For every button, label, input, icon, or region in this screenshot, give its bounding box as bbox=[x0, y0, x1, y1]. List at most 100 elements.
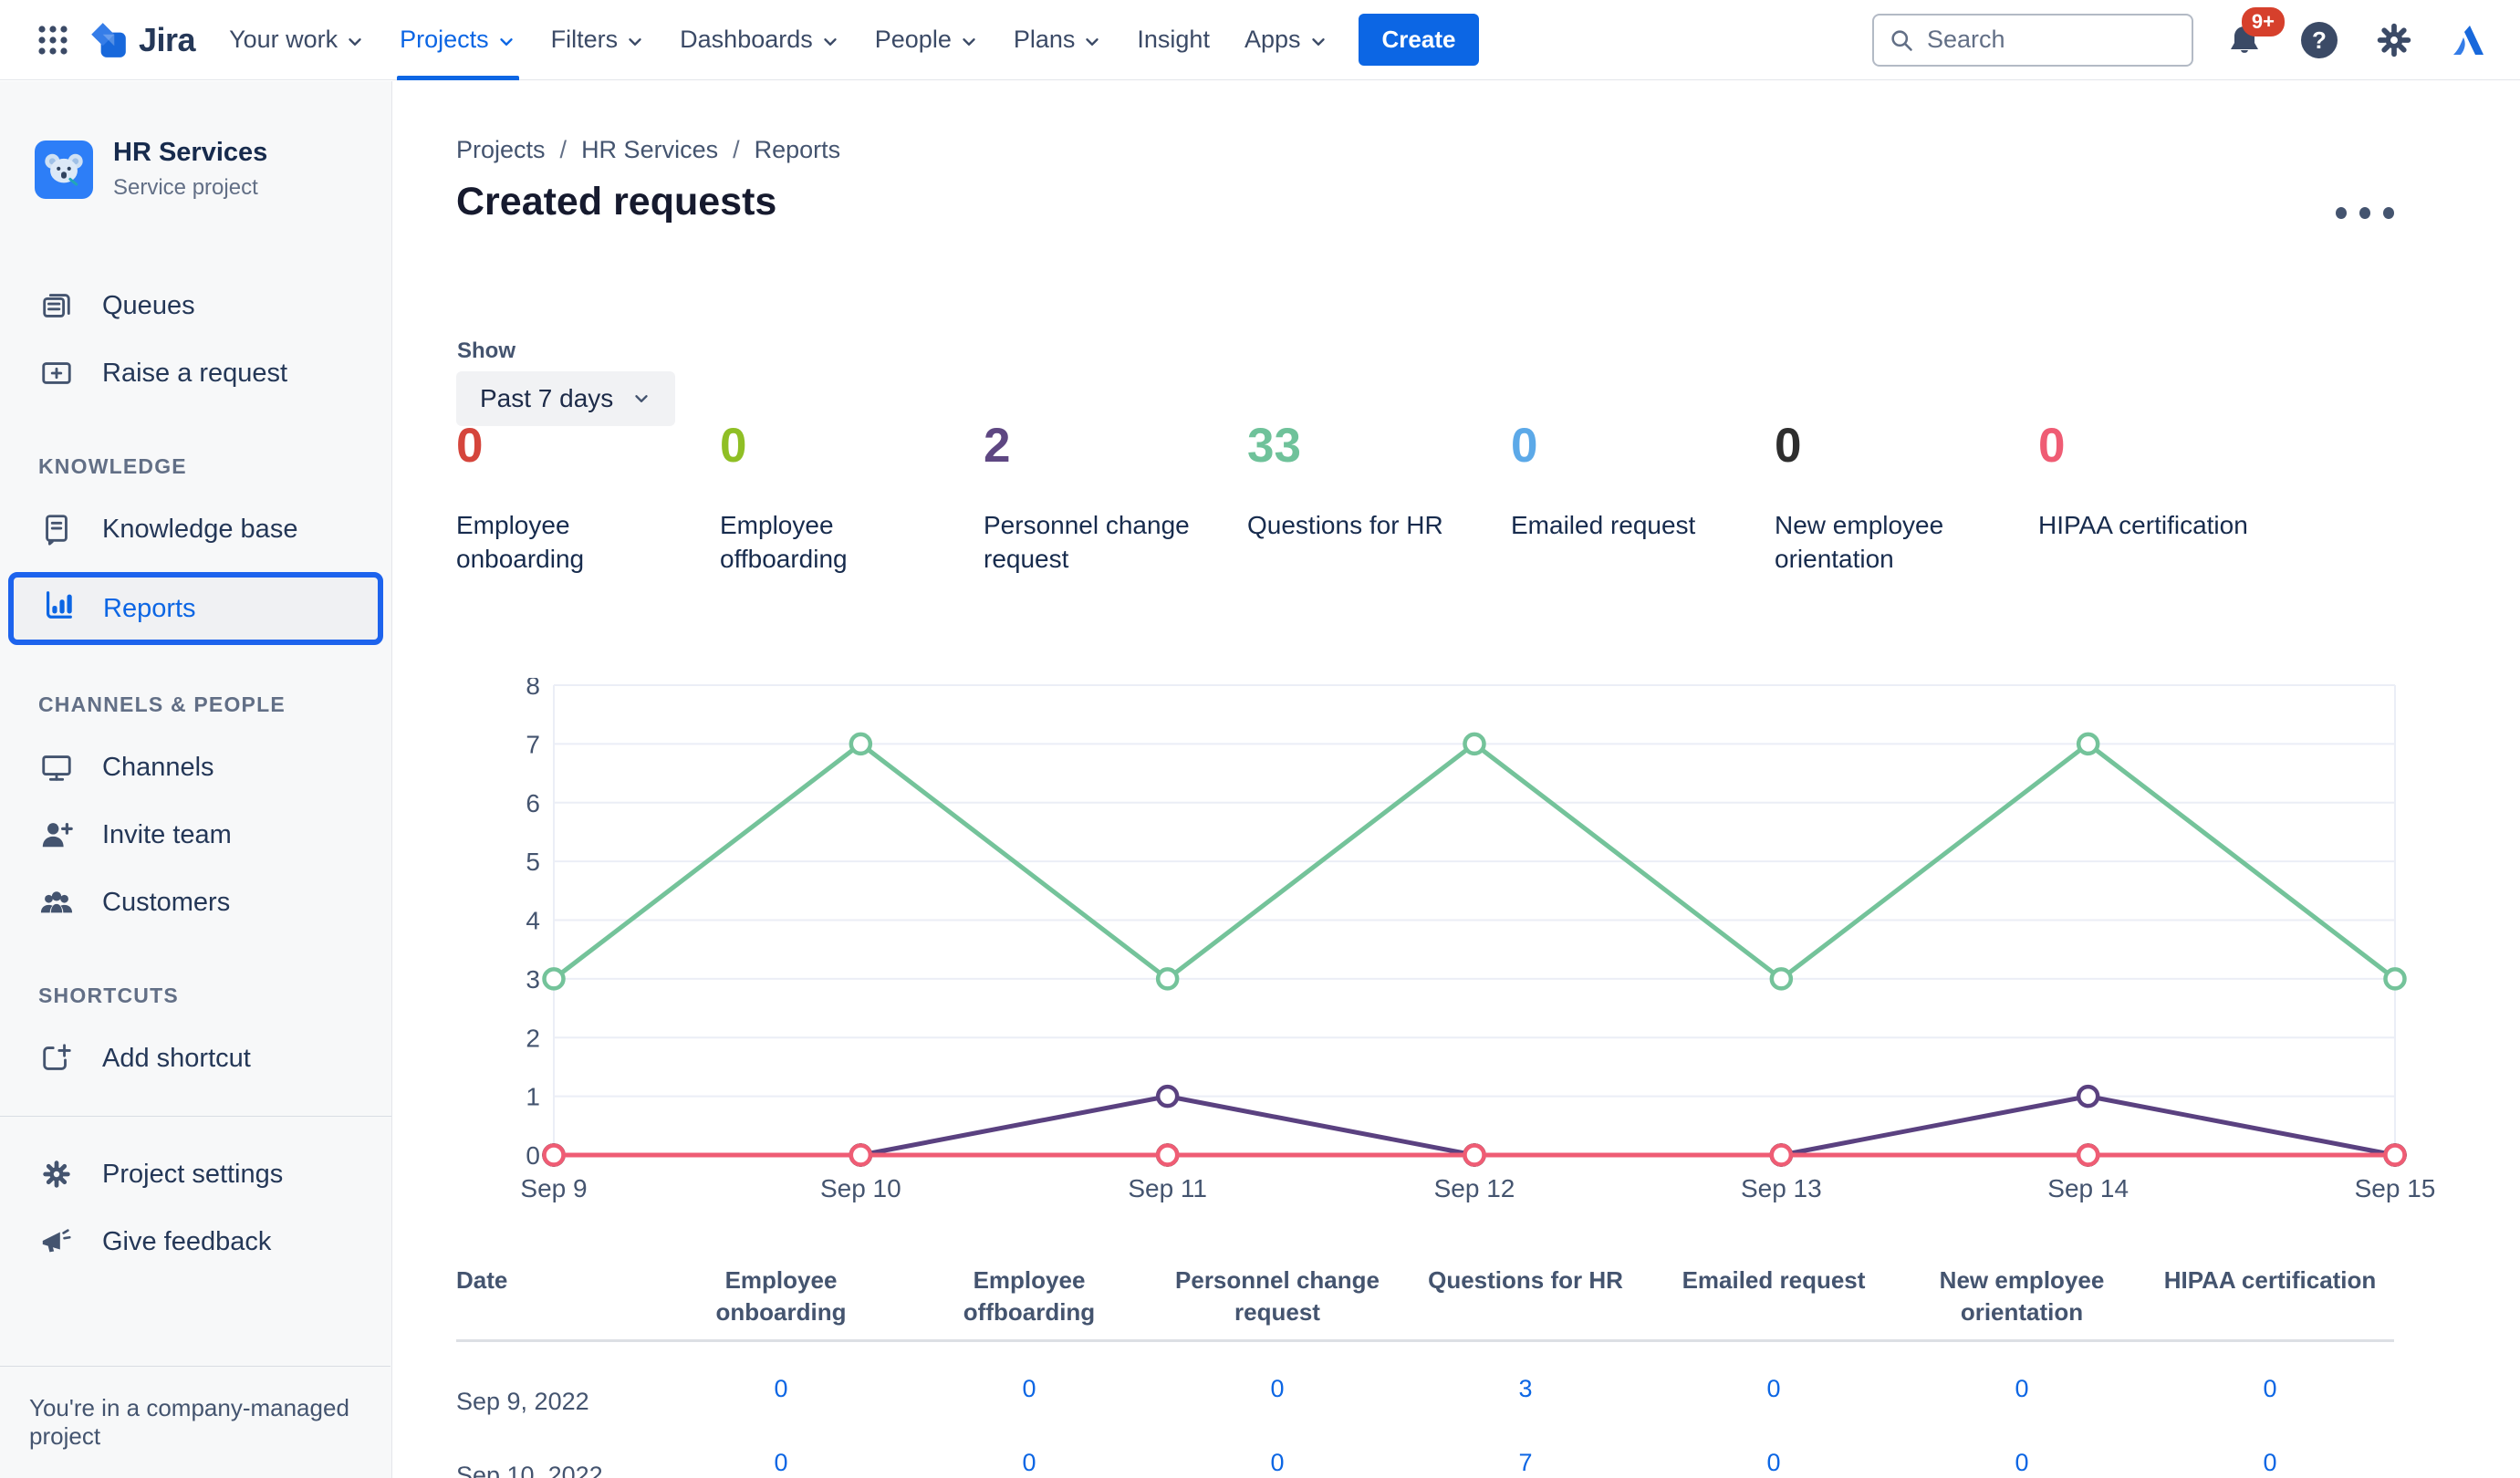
sidebar-item-customers[interactable]: Customers bbox=[0, 869, 391, 936]
sidebar-item-invite-team[interactable]: Invite team bbox=[0, 801, 391, 869]
breadcrumb-hr-services[interactable]: HR Services bbox=[581, 136, 718, 164]
breadcrumb-reports[interactable]: Reports bbox=[755, 136, 841, 164]
svg-text:Sep 9: Sep 9 bbox=[520, 1174, 587, 1202]
chevron-down-icon bbox=[625, 32, 645, 52]
sidebar-item-channels[interactable]: Channels bbox=[0, 734, 391, 801]
cell-link[interactable]: 0 bbox=[1898, 1375, 2146, 1403]
stat-value: 0 bbox=[720, 419, 747, 473]
sidebar-item-knowledge-base[interactable]: Knowledge base bbox=[0, 495, 391, 563]
sidebar-item-label: Knowledge base bbox=[102, 514, 298, 544]
nav-item-apps[interactable]: Apps bbox=[1227, 0, 1346, 80]
nav-item-plans[interactable]: Plans bbox=[996, 0, 1120, 80]
queues-icon bbox=[38, 288, 75, 323]
chevron-down-icon bbox=[496, 32, 516, 52]
page-title: Created requests bbox=[456, 180, 777, 224]
nav-item-filters[interactable]: Filters bbox=[534, 0, 663, 80]
sidebar-item-label: Invite team bbox=[102, 819, 232, 849]
atlassian-switcher-button[interactable] bbox=[2445, 16, 2493, 64]
chevron-down-icon bbox=[820, 32, 840, 52]
search-icon bbox=[1891, 29, 1912, 51]
customers-icon bbox=[38, 885, 75, 920]
project-title-block: HR Services Service project bbox=[113, 138, 267, 201]
nav-item-your-work[interactable]: Your work bbox=[212, 0, 382, 80]
app-switcher-icon[interactable] bbox=[27, 15, 78, 66]
column-header: HIPAA certification bbox=[2163, 1266, 2377, 1294]
nav-item-label: Your work bbox=[229, 26, 338, 53]
column-header: Employee offboarding bbox=[963, 1266, 1096, 1326]
breadcrumb-separator: / bbox=[559, 136, 568, 163]
cell-link[interactable]: 0 bbox=[1650, 1375, 1898, 1403]
row-date: Sep 9, 2022 bbox=[456, 1388, 589, 1415]
svg-text:Sep 15: Sep 15 bbox=[2355, 1174, 2436, 1202]
sidebar-item-queues[interactable]: Queues bbox=[0, 272, 391, 339]
cell-link[interactable]: 0 bbox=[2146, 1449, 2394, 1477]
stat-value: 0 bbox=[456, 419, 484, 473]
created-requests-chart: 0 1 2 3 4 5 6 7 8 Sep 9 Sep 10 Sep 11 Sep 12 Sep 13 Se… bbox=[493, 671, 2463, 1230]
svg-text:Sep 13: Sep 13 bbox=[1741, 1174, 1822, 1202]
cell-link[interactable]: 0 bbox=[1898, 1449, 2146, 1477]
date-range-value: Past 7 days bbox=[480, 384, 614, 412]
cell-link[interactable]: 0 bbox=[657, 1449, 905, 1477]
sidebar-item-reports-selected[interactable]: Reports bbox=[8, 572, 383, 645]
breadcrumb-projects[interactable]: Projects bbox=[456, 136, 546, 164]
svg-text:?: ? bbox=[2312, 26, 2327, 54]
nav-item-insight[interactable]: Insight bbox=[1119, 0, 1227, 80]
monitor-icon bbox=[38, 750, 75, 785]
date-range-dropdown[interactable]: Past 7 days bbox=[456, 371, 676, 426]
stat-hipaa-certification: 0 HIPAA certification bbox=[2038, 421, 2302, 576]
section-channels-people: CHANNELS & PEOPLE bbox=[38, 692, 286, 716]
nav-item-dashboards[interactable]: Dashboards bbox=[662, 0, 858, 80]
sidebar-divider bbox=[0, 1116, 391, 1117]
cell-link[interactable]: 0 bbox=[905, 1375, 1153, 1403]
row-date: Sep 10, 2022 bbox=[456, 1462, 603, 1478]
logo-text: Jira bbox=[139, 20, 196, 58]
cell-link[interactable]: 0 bbox=[657, 1375, 905, 1403]
breadcrumb: Projects / HR Services / Reports bbox=[456, 136, 840, 164]
svg-text:7: 7 bbox=[526, 730, 540, 758]
cell-link[interactable]: 0 bbox=[905, 1449, 1153, 1477]
svg-text:Sep 11: Sep 11 bbox=[1128, 1174, 1207, 1202]
nav-right: 9+ ? bbox=[1872, 6, 2493, 67]
search-input[interactable] bbox=[1927, 26, 2155, 54]
cell-link[interactable]: 7 bbox=[1401, 1449, 1650, 1477]
nav-item-label: Dashboards bbox=[680, 26, 813, 53]
sidebar-item-add-shortcut[interactable]: Add shortcut bbox=[0, 1025, 391, 1092]
gear-icon bbox=[2377, 23, 2411, 57]
stat-label: HIPAA certification bbox=[2038, 511, 2248, 539]
add-shortcut-icon bbox=[38, 1041, 75, 1076]
stat-label: Employee offboarding bbox=[720, 511, 848, 573]
column-header: Emailed request bbox=[1682, 1266, 1866, 1294]
sidebar-item-give-feedback[interactable]: Give feedback bbox=[0, 1208, 391, 1275]
column-header: Questions for HR bbox=[1428, 1266, 1623, 1294]
stat-emailed-request: 0 Emailed request bbox=[1511, 421, 1775, 576]
help-button[interactable]: ? bbox=[2296, 16, 2343, 64]
dot bbox=[2336, 206, 2347, 219]
requests-table: Date Employee onboarding Employee offboa… bbox=[456, 1265, 2394, 1478]
table-row: Sep 9, 2022 0 0 0 3 0 0 0 bbox=[456, 1375, 2394, 1416]
sidebar-item-project-settings[interactable]: Project settings bbox=[0, 1140, 391, 1208]
settings-button[interactable] bbox=[2370, 16, 2418, 64]
nav-item-label: Filters bbox=[550, 26, 619, 53]
stat-value: 2 bbox=[984, 419, 1011, 473]
cell-link[interactable]: 0 bbox=[1153, 1375, 1401, 1403]
sidebar-item-raise-request[interactable]: Raise a request bbox=[0, 339, 391, 407]
notifications-button[interactable]: 9+ bbox=[2221, 6, 2285, 64]
create-button[interactable]: Create bbox=[1358, 14, 1480, 66]
jira-logo[interactable]: Jira bbox=[78, 19, 212, 61]
project-type-note: You're in a company-managed project bbox=[0, 1366, 390, 1478]
stat-label: Personnel change request bbox=[984, 511, 1190, 573]
stat-label: Emailed request bbox=[1511, 511, 1696, 539]
cell-link[interactable]: 0 bbox=[1650, 1449, 1898, 1477]
stat-questions-for-hr: 33 Questions for HR bbox=[1247, 421, 1511, 576]
svg-text:3: 3 bbox=[526, 965, 540, 994]
nav-item-people[interactable]: People bbox=[858, 0, 996, 80]
cell-link[interactable]: 3 bbox=[1401, 1375, 1650, 1403]
nav-item-projects[interactable]: Projects bbox=[382, 0, 534, 80]
sidebar-item-label: Add shortcut bbox=[102, 1043, 251, 1073]
cell-link[interactable]: 0 bbox=[1153, 1449, 1401, 1477]
jira-app: Jira Your work Projects Filters Dashboar… bbox=[0, 0, 2520, 1478]
nav-left: Jira Your work Projects Filters Dashboar… bbox=[27, 0, 1480, 80]
search-box[interactable] bbox=[1872, 13, 2193, 67]
more-options-button[interactable] bbox=[2336, 189, 2394, 236]
cell-link[interactable]: 0 bbox=[2146, 1375, 2394, 1403]
